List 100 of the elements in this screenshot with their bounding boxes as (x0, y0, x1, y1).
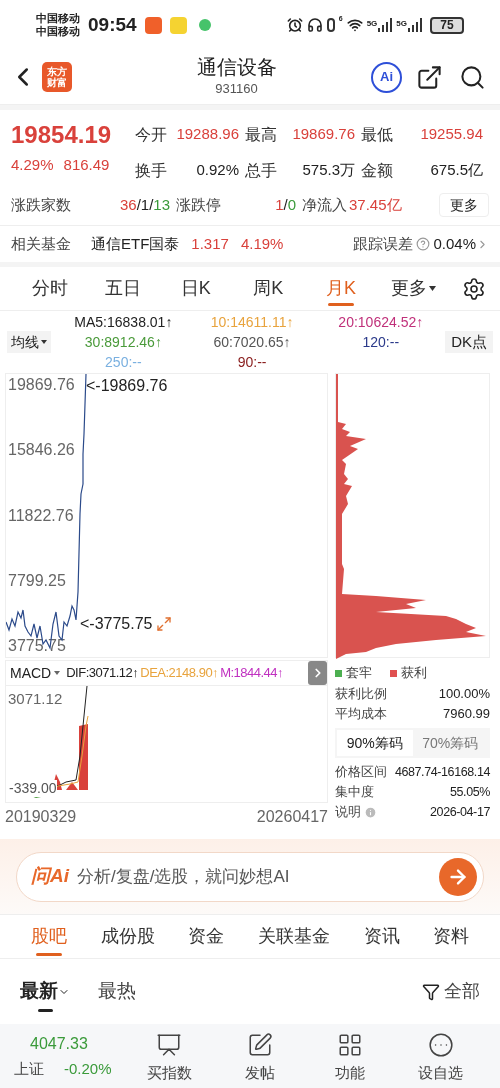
indicator-value: 30:8912.46↑ (83, 333, 163, 352)
toolbar-button[interactable]: 买指数 (124, 1032, 215, 1085)
page-title: 通信设备 (196, 55, 277, 80)
chip-stat-value: 2026-04-17 (430, 803, 490, 821)
fund-name[interactable]: 通信ETF国泰 (91, 232, 180, 256)
carrier-label: 中国移动 (36, 25, 80, 38)
toolbar-button[interactable]: 发帖 (214, 1032, 305, 1085)
edit-icon (246, 1032, 273, 1058)
y-axis-label: -339.00 (8, 780, 58, 797)
legend-label: 获利 (401, 664, 427, 683)
filter-icon[interactable] (422, 982, 440, 1001)
current-price: 19854.19 (11, 120, 113, 150)
sort-tab[interactable]: 最新 (20, 959, 70, 1024)
content-tab[interactable]: 关联基金 (241, 915, 347, 958)
content-tab[interactable]: 资讯 (346, 915, 417, 958)
carrier-label: 中国移动 (36, 12, 80, 25)
change-percent: 4.29% (11, 155, 54, 175)
stat-value: 675.5亿 (430, 160, 483, 180)
toolbar-button[interactable]: 功能 (305, 1032, 396, 1085)
legend-label: 套牢 (346, 664, 372, 683)
search-icon[interactable] (459, 63, 486, 91)
chip-tab[interactable]: 90%筹码 (337, 730, 413, 756)
period-tab[interactable]: 日K (159, 267, 232, 310)
breadth-value: /1/ (136, 195, 154, 213)
share-icon[interactable] (416, 63, 443, 91)
change-value: 816.49 (63, 155, 110, 175)
content-tab[interactable]: 资金 (171, 915, 241, 958)
alarm-icon (286, 17, 303, 33)
start-date: 20190329 (5, 807, 77, 827)
content-tab[interactable]: 股吧 (14, 915, 84, 958)
dk-button[interactable]: DK点 (445, 331, 493, 353)
battery-small-icon (326, 18, 335, 32)
indicator-value: 20:10624.52↑ (337, 313, 425, 332)
help-icon[interactable] (416, 237, 431, 251)
wifi-icon (346, 17, 363, 33)
stat-label: 换手 (135, 161, 167, 181)
signal-icon (378, 18, 393, 32)
chip-stat-value: 55.05% (450, 783, 490, 801)
content-tab[interactable]: 资料 (416, 915, 487, 958)
indicator-value: 60:7020.65↑ (212, 333, 292, 352)
y-axis-label: 15846.26 (8, 440, 75, 461)
content-tab[interactable]: 成份股 (83, 915, 172, 958)
grid-icon (337, 1032, 364, 1058)
chip-stat-label: 平均成本 (335, 705, 387, 724)
period-tab[interactable]: 五日 (86, 267, 160, 310)
indicator-value: 120:-- (361, 333, 401, 352)
filter-label[interactable]: 全部 (444, 978, 480, 1005)
fund-label: 相关基金 (11, 233, 71, 254)
period-tab[interactable]: 更多 (377, 267, 451, 310)
chip-stat-label: 集中度 (335, 783, 374, 802)
breadth-label: 涨跌家数 (11, 194, 71, 215)
stat-value: 575.3万 (302, 160, 355, 180)
y-axis-label: 19869.76 (8, 375, 75, 395)
app-logo: 东方 财富 (42, 62, 72, 92)
end-date: 20260417 (256, 807, 328, 827)
sort-tab[interactable]: 最热 (98, 959, 136, 1024)
breadth-value: / (283, 195, 288, 213)
ai-button[interactable]: Ai (371, 61, 402, 93)
settings-icon[interactable] (462, 276, 487, 301)
indicator-selector[interactable]: 均线 (7, 331, 51, 353)
breadth-value: 0 (287, 195, 296, 213)
stat-value: 19869.76 (292, 124, 355, 144)
breadth-value: 36 (119, 195, 137, 213)
breadth-value: 1 (275, 195, 284, 213)
tracking-value: 0.04% (433, 233, 476, 254)
more-button[interactable]: 更多 (439, 193, 489, 217)
y-axis-label: 3775.75 (8, 636, 66, 656)
stat-label: 今开 (135, 125, 167, 145)
stat-label: 总手 (245, 161, 277, 181)
ai-search-field[interactable]: 问Ai 分析/复盘/选股，就问妙想AI (16, 851, 484, 902)
more-icon (427, 1032, 454, 1058)
chip-stat-label: 价格区间 (335, 763, 387, 782)
breadth-value: 13 (153, 195, 170, 213)
index-change: -0.20% (64, 1059, 112, 1079)
app-icon (169, 16, 187, 34)
toolbar-button[interactable]: 设自选 (395, 1032, 486, 1085)
stat-label: 金额 (361, 161, 393, 181)
stat-label: 最高 (245, 125, 277, 145)
network-label: 5G (396, 18, 407, 30)
breadth-label: 净流入 (302, 194, 347, 215)
stat-value: 0.92% (196, 160, 239, 180)
breadth-label: 涨跌停 (176, 194, 221, 215)
chip-tab[interactable]: 70%筹码 (412, 730, 488, 756)
indicator-value: MA5:16838.01↑ (73, 313, 174, 332)
app-icon (198, 19, 211, 31)
y-axis-label: 7799.25 (8, 570, 66, 591)
period-tab[interactable]: 月K (304, 267, 378, 310)
period-tab[interactable]: 分时 (14, 267, 87, 310)
chip-stat-label: 说明 (335, 803, 361, 822)
chip-stat-value: 100.00% (438, 685, 490, 704)
y-axis-label: 3071.12 (8, 689, 63, 709)
period-tab[interactable]: 周K (232, 267, 305, 310)
app-icon (144, 16, 162, 34)
stat-value: 19255.94 (420, 124, 483, 144)
ai-logo: 问Ai (31, 864, 69, 889)
expand-icon[interactable] (156, 616, 172, 632)
y-axis-label: 11822.76 (8, 505, 74, 526)
send-button[interactable] (439, 857, 477, 896)
chip-stat-value: 7960.99 (443, 705, 490, 724)
tracking-label: 跟踪误差 (353, 233, 414, 254)
